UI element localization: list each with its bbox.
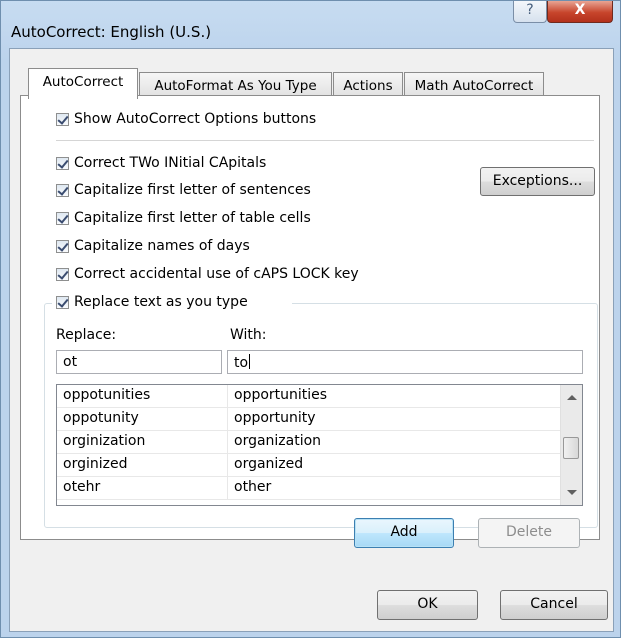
exceptions-button[interactable]: Exceptions... [480,167,595,196]
scroll-up-arrow-icon[interactable] [567,395,577,400]
list-item-replace: otehr [57,477,228,500]
list-item[interactable]: orginized organized [57,454,576,477]
separator [56,140,594,141]
capitalize-sentences-checkbox[interactable] [56,184,69,197]
list-item-replace: oppotunities [57,385,228,408]
caps-lock-checkbox[interactable] [56,268,69,281]
help-button[interactable]: ? [513,1,547,23]
list-item-with: organized [228,454,561,477]
capitalize-table-cells-checkbox[interactable] [56,212,69,225]
autocorrect-entries-list[interactable]: oppotunities opportunities oppotunity op… [56,384,583,506]
replace-text-label: Replace text as you type [74,294,248,310]
replace-input[interactable]: ot [56,350,222,374]
with-label: With: [230,327,267,343]
capitalize-sentences-label: Capitalize first letter of sentences [74,182,311,198]
delete-button[interactable]: Delete [478,518,580,548]
list-item[interactable]: oppotunity opportunity [57,408,576,431]
list-item-with: opportunity [228,408,561,431]
correct-two-initial-capitals-label: Correct TWo INitial CApitals [74,155,267,171]
close-button[interactable]: X [547,1,613,23]
help-icon: ? [526,2,534,18]
list-item[interactable]: orginization organization [57,431,576,454]
capitalize-days-label: Capitalize names of days [74,238,250,254]
scroll-down-arrow-icon[interactable] [567,490,577,495]
list-item-replace: oppotunity [57,408,228,431]
list-item[interactable]: otehr other [57,477,576,500]
list-item-with: other [228,477,561,500]
correct-two-initial-capitals-checkbox[interactable] [56,157,69,170]
with-input-value: to [234,355,249,371]
window-title: AutoCorrect: English (U.S.) [11,23,212,41]
add-button[interactable]: Add [354,518,454,548]
list-item[interactable]: oppotunities opportunities [57,385,576,408]
replace-label: Replace: [56,327,117,343]
list-item-replace: orginized [57,454,228,477]
replace-text-checkbox[interactable] [56,296,69,309]
tab-autoformat-as-you-type[interactable]: AutoFormat As You Type [139,72,332,97]
show-options-buttons-checkbox[interactable] [56,113,69,126]
caps-lock-label: Correct accidental use of cAPS LOCK key [74,266,359,282]
capitalize-table-cells-label: Capitalize first letter of table cells [74,210,311,226]
cancel-button[interactable]: Cancel [500,590,608,620]
list-scrollbar[interactable] [560,385,582,505]
text-cursor [249,354,251,369]
list-item-replace: orginization [57,431,228,454]
tab-autocorrect[interactable]: AutoCorrect [28,68,138,99]
capitalize-days-checkbox[interactable] [56,240,69,253]
close-icon: X [574,2,586,18]
ok-button[interactable]: OK [377,590,478,620]
list-item-with: opportunities [228,385,561,408]
scrollbar-thumb[interactable] [563,437,579,459]
list-item-with: organization [228,431,561,454]
tab-math-autocorrect[interactable]: Math AutoCorrect [404,72,544,97]
with-input[interactable]: to [227,350,583,374]
title-bar[interactable]: AutoCorrect: English (U.S.) ? X [1,1,620,47]
tab-actions[interactable]: Actions [333,72,403,97]
show-options-buttons-label: Show AutoCorrect Options buttons [74,111,317,127]
